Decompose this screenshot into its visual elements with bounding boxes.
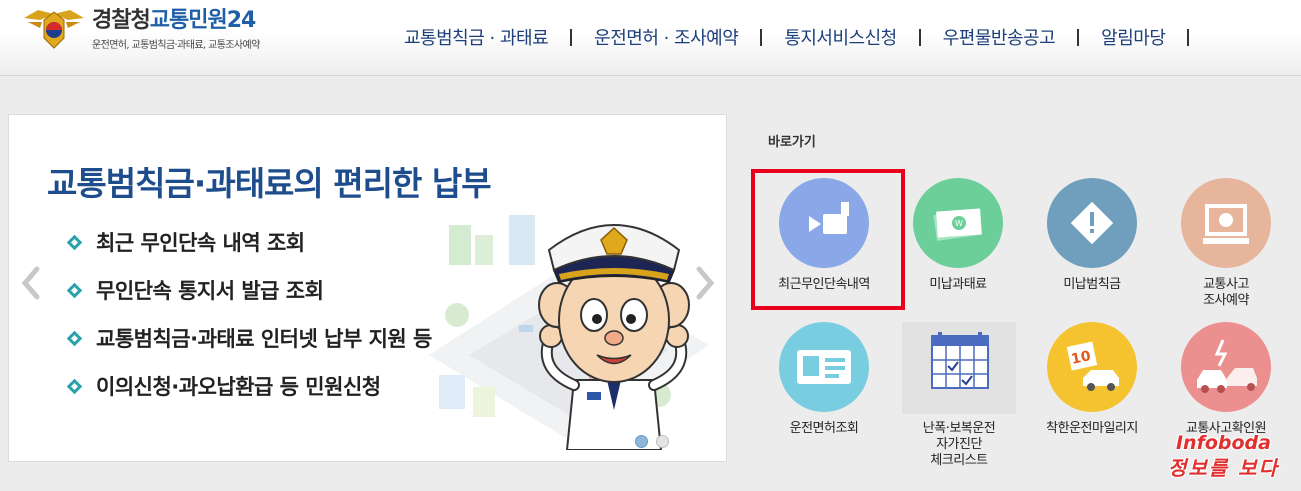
- police-emblem-icon: [20, 8, 88, 52]
- site-title: 경찰청교통민원24: [92, 8, 260, 34]
- police-mascot-illustration: [538, 224, 690, 450]
- nav-divider: [570, 28, 573, 46]
- list-item: 최근 무인단속 내역 조회: [67, 218, 432, 266]
- banner-feature-list: 최근 무인단속 내역 조회 무인단속 통지서 발급 조회 교통범칙금·과태료 인…: [67, 218, 432, 410]
- money-icon: W: [913, 178, 1003, 268]
- mileage-car-icon: 10: [1047, 322, 1137, 412]
- site-logo[interactable]: 경찰청교통민원24 운전면허, 교통범칙금·과태료, 교통조사예약: [20, 8, 260, 52]
- quick-link-unpaid-fines[interactable]: W 미납과태료: [903, 178, 1013, 293]
- tile-label-line: 자가진단: [936, 437, 982, 452]
- accident-car-icon: [1181, 322, 1271, 412]
- site-header: 경찰청교통민원24 운전면허, 교통범칙금·과태료, 교통조사예약 교통범칙금 …: [0, 0, 1301, 76]
- tile-label: 미납과태료: [929, 277, 987, 292]
- calendar-check-icon: [914, 322, 1004, 412]
- quick-link-accident-reservation[interactable]: 교통사고 조사예약: [1171, 178, 1281, 309]
- selected-tile-highlight: [751, 169, 905, 310]
- tile-label: 미납범칙금: [1063, 277, 1121, 292]
- diamond-bullet-icon: [67, 379, 82, 394]
- feature-text: 최근 무인단속 내역 조회: [96, 231, 305, 255]
- svg-text:W: W: [955, 219, 963, 228]
- slide-indicator: [635, 435, 669, 448]
- tile-label: 운전면허조회: [789, 421, 859, 436]
- nav-divider: [1187, 28, 1190, 46]
- feature-text: 교통범칙금·과태료 인터넷 납부 지원 등: [96, 327, 432, 351]
- main-nav: 교통범칙금 · 과태료 운전면허 · 조사예약 통지서비스신청 우편물반송공고 …: [404, 24, 1190, 50]
- diamond-bullet-icon: [67, 283, 82, 298]
- tile-label: 교통사고 조사예약: [1171, 277, 1281, 309]
- watermark: Infoboda 정보를 보다: [1168, 432, 1279, 481]
- watermark-line: 정보를 보다: [1168, 456, 1279, 480]
- quick-links-title: 바로가기: [768, 135, 816, 150]
- feature-text: 무인단속 통지서 발급 조회: [96, 279, 324, 303]
- nav-notification[interactable]: 통지서비스신청: [784, 24, 897, 50]
- tile-label-line: 교통사고: [1203, 277, 1249, 292]
- feature-text: 이의신청·과오납환급 등 민원신청: [96, 375, 381, 399]
- chevron-left-icon: [21, 266, 40, 300]
- nav-license[interactable]: 운전면허 · 조사예약: [594, 24, 739, 50]
- nav-divider: [1077, 28, 1080, 46]
- watermark-line: Infoboda: [1175, 432, 1271, 454]
- tile-label-line: 조사예약: [1203, 293, 1249, 308]
- main-banner[interactable]: 교통범칙금·과태료의 편리한 납부 최근 무인단속 내역 조회 무인단속 통지서…: [8, 114, 727, 462]
- site-title-agency: 경찰청: [92, 8, 151, 33]
- nav-returned-mail[interactable]: 우편물반송공고: [943, 24, 1056, 50]
- diamond-bullet-icon: [67, 235, 82, 250]
- list-item: 교통범칙금·과태료 인터넷 납부 지원 등: [67, 314, 432, 362]
- chevron-right-icon: [696, 266, 715, 300]
- nav-divider: [918, 28, 921, 46]
- list-item: 이의신청·과오납환급 등 민원신청: [67, 362, 432, 410]
- list-item: 무인단속 통지서 발급 조회: [67, 266, 432, 314]
- nav-notice[interactable]: 알림마당: [1101, 24, 1166, 50]
- slide-dot-2[interactable]: [656, 435, 669, 448]
- diamond-bullet-icon: [67, 331, 82, 346]
- next-slide-button[interactable]: [693, 265, 717, 301]
- prev-slide-button[interactable]: [19, 265, 43, 301]
- tile-label: 착한운전마일리지: [1046, 421, 1138, 436]
- quick-link-accident-certificate[interactable]: 교통사고확인원: [1171, 322, 1281, 437]
- tile-label-line: 체크리스트: [930, 453, 988, 468]
- quick-link-license-check[interactable]: 운전면허조회: [769, 322, 879, 437]
- site-subtitle: 운전면허, 교통범칙금·과태료, 교통조사예약: [92, 40, 260, 51]
- quick-link-safe-driving-mileage[interactable]: 10 착한운전마일리지: [1037, 322, 1147, 437]
- tile-label-line: 난폭·보복운전: [922, 421, 996, 436]
- nav-fines[interactable]: 교통범칙금 · 과태료: [404, 24, 549, 50]
- tile-label: 난폭·보복운전 자가진단 체크리스트: [904, 421, 1014, 469]
- quick-link-unpaid-penalty[interactable]: 미납범칙금: [1037, 178, 1147, 293]
- quick-link-driving-checklist[interactable]: 난폭·보복운전 자가진단 체크리스트: [904, 322, 1014, 469]
- site-title-service: 교통민원24: [149, 8, 257, 33]
- nav-divider: [760, 28, 763, 46]
- banner-title: 교통범칙금·과태료의 편리한 납부: [47, 164, 492, 203]
- monitor-icon: [1181, 178, 1271, 268]
- license-card-icon: [779, 322, 869, 412]
- warning-icon: [1047, 178, 1137, 268]
- slide-dot-1[interactable]: [635, 435, 648, 448]
